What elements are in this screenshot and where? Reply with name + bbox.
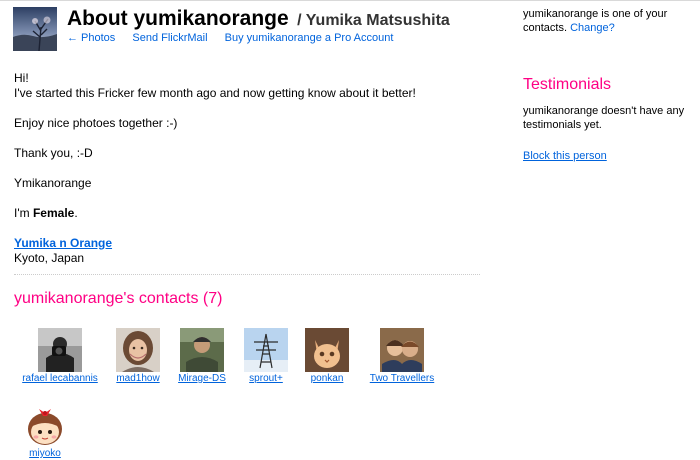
photographer-avatar-icon[interactable] xyxy=(38,328,82,372)
block-person-link[interactable]: Block this person xyxy=(523,149,607,163)
contact-item[interactable]: Two Travellers xyxy=(357,328,447,384)
gender-suffix: . xyxy=(74,206,78,220)
top-border xyxy=(0,0,700,1)
buddy-icon[interactable] xyxy=(13,7,57,51)
location-text: Kyoto, Japan xyxy=(14,251,85,265)
intro-text: I've started this Fricker few month ago … xyxy=(14,86,416,100)
profile-line: Ymikanorange xyxy=(14,176,92,190)
contact-name[interactable]: rafael lecabannis xyxy=(15,373,105,384)
contact-name[interactable]: Two Travellers xyxy=(357,373,447,384)
testimonials-heading: Testimonials xyxy=(523,76,612,93)
name-location: Yumika n Orange Kyoto, Japan xyxy=(14,236,484,266)
testimonials-text: yumikanorange doesn't have any testimoni… xyxy=(523,105,685,131)
sidebar: yumikanorange is one of your contacts. C… xyxy=(523,7,693,163)
man-outdoor-avatar-icon[interactable] xyxy=(180,328,224,372)
page-title-main: About yumikanorange xyxy=(67,7,289,30)
cat-avatar-icon[interactable] xyxy=(305,328,349,372)
profile-description: Hi! I've started this Fricker few month … xyxy=(14,71,484,281)
contact-status: yumikanorange is one of your contacts. C… xyxy=(523,7,693,35)
buy-pro-account-link[interactable]: Buy yumikanorange a Pro Account xyxy=(225,32,394,44)
gender-line: I'm Female. xyxy=(14,206,484,221)
send-flickrmail-link[interactable]: Send FlickrMail xyxy=(132,32,207,44)
profile-subnav: ← Photos Send FlickrMail Buy yumikanoran… xyxy=(67,32,407,44)
couple-avatar-icon[interactable] xyxy=(380,328,424,372)
contacts-heading: yumikanorange's contacts (7) xyxy=(14,290,223,307)
contact-item[interactable]: miyoko xyxy=(0,403,90,459)
profile-intro: Hi! I've started this Fricker few month … xyxy=(14,71,484,101)
profile-line: Enjoy nice photoes together :-) xyxy=(14,116,178,130)
change-link[interactable]: Change? xyxy=(570,22,615,34)
greeting-text: Hi! xyxy=(14,71,29,85)
photos-link[interactable]: ← Photos xyxy=(67,32,115,44)
contact-name[interactable]: miyoko xyxy=(0,448,90,459)
real-name: / Yumika Matsushita xyxy=(297,12,450,29)
real-name-link[interactable]: Yumika n Orange xyxy=(14,236,112,250)
cartoon-girl-avatar-icon[interactable] xyxy=(23,403,67,447)
contact-item[interactable]: rafael lecabannis xyxy=(15,328,105,384)
section-divider xyxy=(14,274,480,275)
woman-portrait-avatar-icon[interactable] xyxy=(116,328,160,372)
gender-value: Female xyxy=(32,206,75,220)
gender-prefix: I'm xyxy=(14,206,33,220)
page-title: About yumikanorange / Yumika Matsushita xyxy=(67,7,450,31)
profile-line: Thank you, :-D xyxy=(14,146,93,160)
